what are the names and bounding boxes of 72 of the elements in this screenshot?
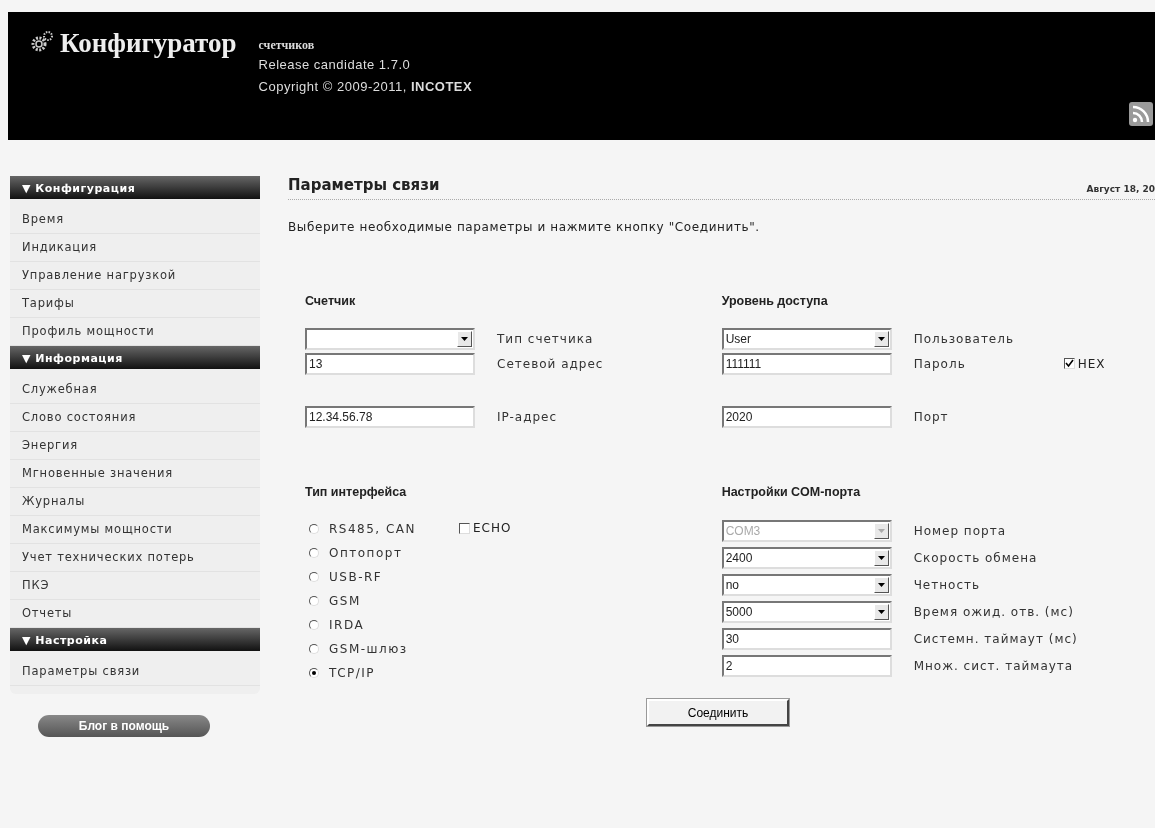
sidebar-item[interactable]: Учет технических потерь	[10, 544, 260, 572]
radio-button[interactable]	[309, 644, 319, 654]
dropdown[interactable]: User	[721, 327, 892, 350]
rss-icon[interactable]	[1129, 102, 1153, 126]
input-field[interactable]: 111111	[721, 352, 892, 375]
instruction-text: Выберите необходимые параметры и нажмите кнопку "Соединить".	[288, 220, 761, 234]
field-label: Системн. таймаут (мс)	[913, 631, 1078, 646]
checkbox[interactable]	[459, 522, 470, 534]
radio-button[interactable]	[309, 596, 319, 606]
dropdown[interactable]	[305, 327, 475, 350]
blog-button[interactable]: Блог в помощь	[38, 715, 210, 737]
radio-button[interactable]	[309, 572, 319, 582]
radio-button[interactable]	[309, 548, 319, 558]
dropdown[interactable]: 2400	[721, 546, 892, 569]
radio-label: USB-RF	[329, 570, 383, 584]
sidebar-section-header[interactable]: ▼ Информация	[10, 346, 260, 369]
radio-button[interactable]	[309, 524, 319, 534]
field-label: Множ. сист. таймаута	[913, 658, 1074, 673]
dropdown[interactable]: no	[721, 573, 892, 596]
field-label: Скорость обмена	[913, 550, 1038, 565]
sidebar-item[interactable]: Журналы	[10, 488, 260, 516]
release-text: Release candidate 1.7.0	[258, 56, 411, 74]
field-label: Пароль	[913, 356, 967, 371]
section-title: Уровень доступа	[721, 294, 829, 310]
app-subtitle: счетчиков	[258, 37, 315, 54]
radio-label: TCP/IP	[329, 666, 376, 680]
section-title: Счетчик	[305, 294, 357, 310]
field-label: Номер порта	[913, 523, 1006, 538]
sidebar-item[interactable]: Слово состояния	[10, 404, 260, 432]
sidebar-item[interactable]: Тарифы	[10, 290, 260, 318]
section-title: Тип интерфейса	[305, 485, 408, 501]
radio-label: GSM-шлюз	[329, 642, 408, 656]
copyright-text: Copyright © 2009-2011, INCOTEX	[258, 78, 473, 96]
section-title: Настройки COM-порта	[721, 485, 862, 501]
sidebar-section-header[interactable]: ▼ Настройка	[10, 628, 260, 651]
sidebar-item[interactable]: Индикация	[10, 234, 260, 262]
field-label: IP-адрес	[497, 409, 558, 424]
sidebar-item[interactable]: Мгновенные значения	[10, 460, 260, 488]
input-field[interactable]: 30	[721, 627, 892, 650]
sidebar-item[interactable]: ПКЭ	[10, 572, 260, 600]
sidebar-item[interactable]: Управление нагрузкой	[10, 262, 260, 290]
checkbox[interactable]	[1063, 358, 1075, 369]
input-field[interactable]: 12.34.56.78	[305, 405, 475, 428]
radio-label: Оптопорт	[329, 546, 403, 560]
radio-label: RS485, CAN	[329, 522, 417, 536]
radio-button[interactable]	[309, 668, 319, 678]
sidebar-item[interactable]: Энергия	[10, 432, 260, 460]
checkbox-label: HEX	[1077, 356, 1106, 371]
checkbox-label: ECHO	[473, 521, 512, 535]
dropdown[interactable]: 5000	[721, 600, 892, 623]
sidebar-item[interactable]: Максимумы мощности	[10, 516, 260, 544]
field-label: Время ожид. отв. (мс)	[913, 604, 1074, 619]
field-label: Пользователь	[913, 331, 1015, 346]
sidebar-item[interactable]: Параметры связи	[10, 658, 260, 686]
gears-icon	[30, 30, 54, 54]
field-label: Порт	[913, 409, 950, 424]
page-title: Параметры связи	[288, 176, 440, 194]
radio-label: GSM	[329, 594, 361, 608]
radio-label: IRDA	[329, 618, 365, 632]
sidebar-item[interactable]: Служебная	[10, 376, 260, 404]
sidebar-section-header[interactable]: ▼ Конфигурация	[10, 176, 260, 199]
field-label: Сетевой адрес	[497, 356, 604, 371]
input-field[interactable]: 13	[305, 352, 475, 375]
field-label: Четность	[913, 577, 981, 592]
input-field[interactable]: 2020	[721, 405, 892, 428]
radio-button[interactable]	[309, 620, 319, 630]
input-field[interactable]: 2	[721, 654, 892, 677]
app-title: Конфигуратор	[60, 27, 237, 60]
date-text: Август 18, 20	[1086, 184, 1155, 194]
field-label: Тип счетчика	[497, 331, 594, 346]
connect-button[interactable]: Соединить	[647, 699, 789, 726]
sidebar-item[interactable]: Время	[10, 206, 260, 234]
